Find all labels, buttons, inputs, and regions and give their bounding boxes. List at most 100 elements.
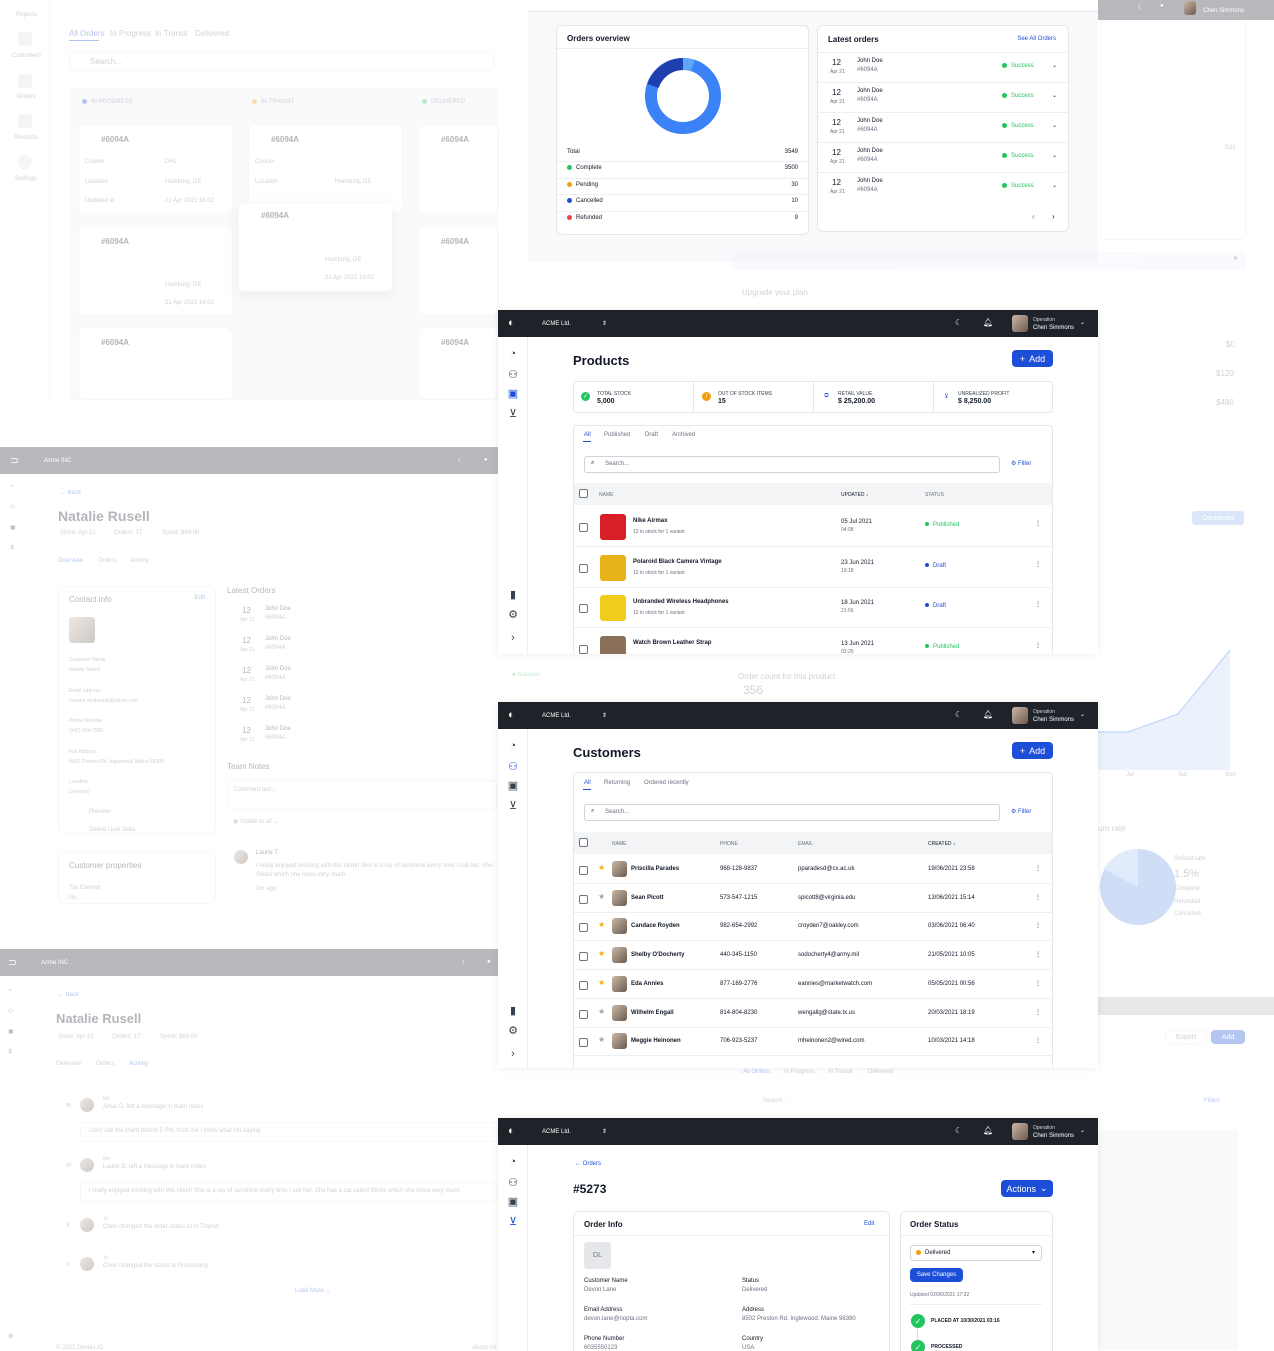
search-input[interactable]: Search... <box>69 51 494 71</box>
chevron-down-icon[interactable]: ⌄ <box>1080 711 1085 718</box>
back-link[interactable]: ← Back <box>58 992 79 998</box>
box-icon[interactable]: ▣ <box>506 1194 520 1208</box>
actions-button[interactable]: Actions ⌄ <box>1001 1180 1053 1197</box>
more-icon[interactable]: ⋮ <box>1035 520 1041 527</box>
kanban-card[interactable]: #6094A <box>418 327 498 400</box>
tab-ordered-recently[interactable]: Ordered recently <box>644 780 689 786</box>
row-checkbox[interactable] <box>579 866 588 875</box>
nav-reports[interactable]: Reports <box>16 12 37 18</box>
row-checkbox[interactable] <box>579 923 588 933</box>
star-icon[interactable]: ★ <box>598 920 605 929</box>
avatar[interactable] <box>1184 1 1196 15</box>
product-name[interactable]: Polaroid Black Camera Vintage <box>633 559 722 565</box>
tab-activity[interactable]: Activity <box>129 1061 148 1067</box>
select-all-checkbox[interactable] <box>579 838 588 847</box>
row-checkbox[interactable] <box>579 952 588 962</box>
bg-add-button[interactable]: Add <box>1211 1030 1245 1044</box>
tab-in-progress[interactable]: In Progress <box>110 29 151 38</box>
moon-icon[interactable]: ☾ <box>462 959 467 966</box>
chevron-updown-icon[interactable]: ⇕ <box>602 320 607 327</box>
box-icon[interactable]: ▣ <box>10 524 16 531</box>
tab-delivered[interactable]: Delivered <box>195 29 229 38</box>
more-icon[interactable]: ⋮ <box>1035 642 1041 649</box>
edit-link[interactable]: Edit <box>195 595 205 601</box>
customer-name[interactable]: Priscilla Parades <box>631 866 679 872</box>
chevron-right-icon[interactable]: › <box>506 1047 520 1061</box>
kanban-card[interactable]: #6094A Courier DHL Location Hamburg, DE … <box>78 124 233 214</box>
gear-icon[interactable]: ⚙ <box>8 1333 13 1340</box>
tab-all[interactable]: All <box>584 780 591 786</box>
customer-name[interactable]: Candace Royden <box>631 923 680 929</box>
more-icon[interactable]: ⋮ <box>1035 951 1041 958</box>
row-checkbox[interactable] <box>579 1038 588 1048</box>
bell-icon[interactable]: 🔔︎ <box>983 318 993 327</box>
more-icon[interactable]: ⋮ <box>1035 561 1041 568</box>
product-name[interactable]: Watch Brown Leather Strap <box>633 640 711 646</box>
nav-customers[interactable]: Customers <box>12 53 41 59</box>
tab-published[interactable]: Published <box>604 432 630 438</box>
users-icon[interactable]: ⚇ <box>506 759 520 773</box>
tab-overview[interactable]: Overview <box>56 1061 81 1067</box>
edit-link[interactable]: Edit <box>864 1221 874 1227</box>
more-icon[interactable]: ⋮ <box>1035 1037 1041 1044</box>
add-product-button[interactable]: + Add <box>1012 350 1053 367</box>
pie-icon[interactable]: ◔ <box>506 739 520 753</box>
cart-icon[interactable]: ⊻ <box>8 1048 12 1055</box>
star-icon[interactable]: ★ <box>598 978 605 987</box>
filter-button[interactable]: ⚙ Filter <box>1011 460 1031 467</box>
box-icon[interactable]: ▣ <box>8 1028 14 1035</box>
tab-in-transit[interactable]: In Transit <box>155 29 188 38</box>
bg-filters-button[interactable]: Filters <box>1204 1098 1220 1104</box>
more-icon[interactable]: ⋮ <box>1035 601 1041 608</box>
tab-overview[interactable]: Overview <box>58 558 83 564</box>
box-icon[interactable]: ▣ <box>506 386 520 400</box>
cart-icon[interactable]: ⊻ <box>506 406 520 420</box>
cart-icon[interactable]: ⊻ <box>506 798 520 812</box>
delete-user-button[interactable]: Delete User Data <box>89 827 135 833</box>
row-checkbox[interactable] <box>579 523 588 532</box>
moon-icon[interactable]: ☾ <box>955 1126 962 1135</box>
customer-name[interactable]: Wilhelm Engall <box>631 1010 674 1016</box>
more-icon[interactable]: ⋮ <box>1035 1009 1041 1016</box>
kanban-card[interactable]: #6094A Hamburg, DE 21 Apr 2021 16:02 <box>78 226 233 316</box>
kanban-card[interactable]: #6094A <box>418 226 498 316</box>
kanban-card-dragging[interactable]: #6094A Hamburg, DE 21 Apr 2021 16:02 <box>238 202 393 292</box>
status-select[interactable]: Delivered ▾ <box>910 1245 1042 1261</box>
tab-orders[interactable]: Orders <box>96 1061 114 1067</box>
filter-button[interactable]: ⚙ Filter <box>1011 808 1031 815</box>
select-all-checkbox[interactable] <box>579 489 588 498</box>
bell-icon[interactable]: ● <box>484 457 488 463</box>
search-input[interactable]: ⌕ Search... <box>584 804 1000 821</box>
row-checkbox[interactable] <box>579 644 588 654</box>
bg-tab-all-orders[interactable]: All Orders <box>743 1069 770 1075</box>
footer-about-link[interactable]: About Us <box>472 1345 497 1351</box>
avatar[interactable] <box>1012 1123 1028 1140</box>
row-checkbox[interactable] <box>579 563 588 573</box>
row-checkbox[interactable] <box>579 604 588 613</box>
bell-icon[interactable]: ● <box>487 959 491 965</box>
gear-icon[interactable]: ⚙ <box>506 607 520 621</box>
tab-all[interactable]: All <box>584 432 591 438</box>
avatar[interactable] <box>1012 315 1028 332</box>
chevron-updown-icon[interactable]: ⇕ <box>602 1128 607 1135</box>
kanban-card[interactable]: #6094A Courier Location Hamburg, DE <box>248 124 403 214</box>
comment-input[interactable]: Comment text... <box>227 780 497 810</box>
cart-icon[interactable]: ⊻ <box>10 544 14 551</box>
more-icon[interactable]: ⋮ <box>1035 922 1041 929</box>
users-icon[interactable]: ⚇ <box>8 1008 13 1015</box>
pie-icon[interactable]: ◔ <box>506 1155 520 1169</box>
bg-edit-link[interactable]: Edit <box>1225 145 1235 151</box>
moon-icon[interactable]: ☾ <box>955 710 962 719</box>
kanban-card[interactable]: #6094A <box>418 124 498 214</box>
close-icon[interactable]: ✕ <box>1233 255 1238 262</box>
pie-icon[interactable]: ◔ <box>8 988 12 994</box>
save-changes-button[interactable]: Save Changes <box>910 1268 963 1282</box>
tab-all-orders[interactable]: All Orders <box>69 29 105 38</box>
export-button[interactable]: Export <box>1165 1030 1207 1044</box>
cart-icon[interactable]: ⊻ <box>506 1214 520 1228</box>
customer-name[interactable]: Eda Annies <box>631 981 663 987</box>
back-link[interactable]: ← Back <box>60 490 81 496</box>
bg-tab-in-transit[interactable]: In Transit <box>828 1069 853 1075</box>
pie-icon[interactable]: ◔ <box>10 484 14 490</box>
customer-name[interactable]: Shelby O'Docherty <box>631 952 684 958</box>
